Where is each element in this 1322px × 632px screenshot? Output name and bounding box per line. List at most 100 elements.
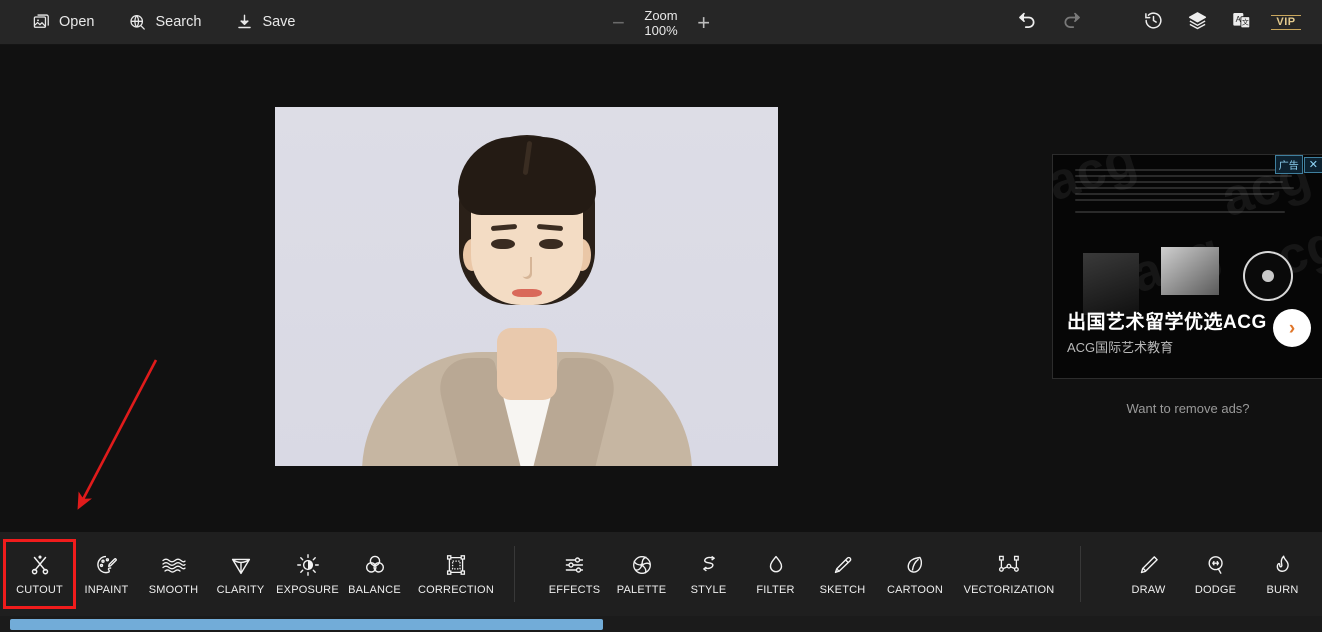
tool-effects[interactable]: EFFECTS (541, 542, 608, 606)
zoom-in-button[interactable]: + (694, 12, 714, 34)
tool-label: BURN (1267, 584, 1299, 596)
sliders-icon (563, 553, 587, 577)
tool-label: VECTORIZATION (964, 584, 1055, 596)
ad-body-text-lines (1075, 169, 1301, 235)
remove-ads-link[interactable]: Want to remove ads? (1052, 401, 1322, 416)
tool-inpaint[interactable]: INPAINT (73, 542, 140, 606)
history-button[interactable] (1138, 8, 1168, 38)
translate-icon: A 文 (1231, 10, 1252, 36)
tool-balance[interactable]: BALANCE (341, 542, 408, 606)
tool-label: STYLE (691, 584, 727, 596)
photo-nose (522, 257, 532, 279)
vector-nodes-icon (996, 553, 1022, 577)
palette-brush-icon (95, 553, 119, 577)
dodge-icon (1204, 553, 1228, 577)
ad-subtitle: ACG国际艺术教育 (1067, 337, 1173, 356)
tool-sketch[interactable]: SKETCH (809, 542, 876, 606)
search-button-label: Search (155, 14, 201, 30)
photo-neck (497, 328, 557, 400)
bottom-toolbar: CUTOUT INPAINT (0, 532, 1322, 616)
retouch-group: CUTOUT INPAINT (0, 532, 504, 616)
tool-label: DRAW (1132, 584, 1166, 596)
tool-label: FILTER (756, 584, 794, 596)
open-image-icon (32, 13, 51, 32)
tool-vectorization[interactable]: VECTORIZATION (954, 542, 1064, 606)
pencil-sketch-icon (831, 553, 855, 577)
waves-icon (161, 553, 187, 577)
ad-thumbnail-1 (1083, 253, 1139, 315)
tool-exposure[interactable]: EXPOSURE (274, 542, 341, 606)
pencil-icon (1137, 553, 1161, 577)
vip-label: VIP (1276, 16, 1295, 29)
tool-cartoon[interactable]: CARTOON (876, 542, 954, 606)
redo-button[interactable] (1056, 8, 1086, 38)
tool-correction[interactable]: CORRECTION (408, 542, 504, 606)
tool-label: SKETCH (820, 584, 866, 596)
advertisement-panel[interactable]: acg acg acg acg 出国艺术留学优选ACG ACG国际艺术教育 › … (1052, 154, 1322, 379)
open-button[interactable]: Open (28, 9, 98, 36)
tool-label: DODGE (1195, 584, 1236, 596)
undo-icon (1017, 10, 1038, 36)
horizontal-scrollbar-track[interactable] (0, 616, 1322, 632)
scissors-icon (28, 553, 52, 577)
color-wheel-icon (630, 553, 654, 577)
perspective-grid-icon (444, 553, 468, 577)
sun-icon (296, 553, 320, 577)
tool-style[interactable]: STYLE (675, 542, 742, 606)
style-group: EFFECTS PALETTE (515, 532, 1064, 616)
tool-desaturate[interactable]: DESATURAT (1316, 542, 1322, 606)
tool-smooth[interactable]: SMOOTH (140, 542, 207, 606)
horizontal-scrollbar-thumb[interactable] (10, 619, 603, 630)
photo-editor-window: Open Search (0, 0, 1322, 632)
tool-label: CUTOUT (16, 584, 63, 596)
header-actions: A 文 VIP (1012, 0, 1302, 45)
tool-label: CORRECTION (418, 584, 494, 596)
tool-label: EXPOSURE (276, 584, 339, 596)
top-toolbar: Open Search (0, 0, 1322, 45)
ad-close-icon[interactable]: ✕ (1304, 157, 1322, 173)
flame-icon (1271, 553, 1295, 577)
color-circles-icon (363, 553, 387, 577)
ad-thumbnail-3 (1243, 251, 1293, 301)
tool-label: SMOOTH (149, 584, 198, 596)
layers-icon (1187, 10, 1208, 36)
tool-draw[interactable]: DRAW (1115, 542, 1182, 606)
ad-badges: 广告 ✕ (1275, 155, 1322, 174)
undo-button[interactable] (1012, 8, 1042, 38)
tool-palette[interactable]: PALETTE (608, 542, 675, 606)
layers-button[interactable] (1182, 8, 1212, 38)
diamond-icon (229, 553, 253, 577)
zoom-readout: Zoom 100% (644, 8, 677, 38)
leaf-cartoon-icon (903, 553, 927, 577)
photo-eye-left (491, 239, 515, 249)
globe-search-icon (128, 13, 147, 32)
vip-rule-bottom (1271, 29, 1301, 30)
editing-canvas-image[interactable] (275, 107, 778, 466)
tool-clarity[interactable]: CLARITY (207, 542, 274, 606)
style-swirl-icon (697, 553, 721, 577)
tool-label: EFFECTS (549, 584, 601, 596)
ad-thumbnail-2 (1161, 247, 1219, 295)
droplet-icon (764, 553, 788, 577)
history-icon (1143, 10, 1164, 36)
translate-button[interactable]: A 文 (1226, 8, 1256, 38)
open-button-label: Open (59, 14, 94, 30)
photo-mouth (512, 289, 542, 297)
tool-label: INPAINT (85, 584, 129, 596)
ad-title: 出国艺术留学优选ACG (1067, 307, 1267, 334)
vip-badge[interactable]: VIP (1270, 12, 1302, 33)
tool-filter[interactable]: FILTER (742, 542, 809, 606)
tool-dodge[interactable]: DODGE (1182, 542, 1249, 606)
ad-label-badge[interactable]: 广告 (1275, 155, 1303, 174)
zoom-controls: − Zoom 100% + (608, 0, 713, 45)
svg-text:文: 文 (1241, 17, 1248, 26)
zoom-out-button[interactable]: − (608, 12, 628, 34)
paint-group: DRAW DODGE BURN (1081, 532, 1322, 616)
tool-cutout[interactable]: CUTOUT (6, 542, 73, 606)
save-button[interactable]: Save (231, 9, 299, 36)
search-button[interactable]: Search (124, 9, 205, 36)
ad-cta-button[interactable]: › (1273, 309, 1311, 347)
file-actions: Open Search (0, 9, 300, 36)
redo-icon (1061, 10, 1082, 36)
tool-burn[interactable]: BURN (1249, 542, 1316, 606)
